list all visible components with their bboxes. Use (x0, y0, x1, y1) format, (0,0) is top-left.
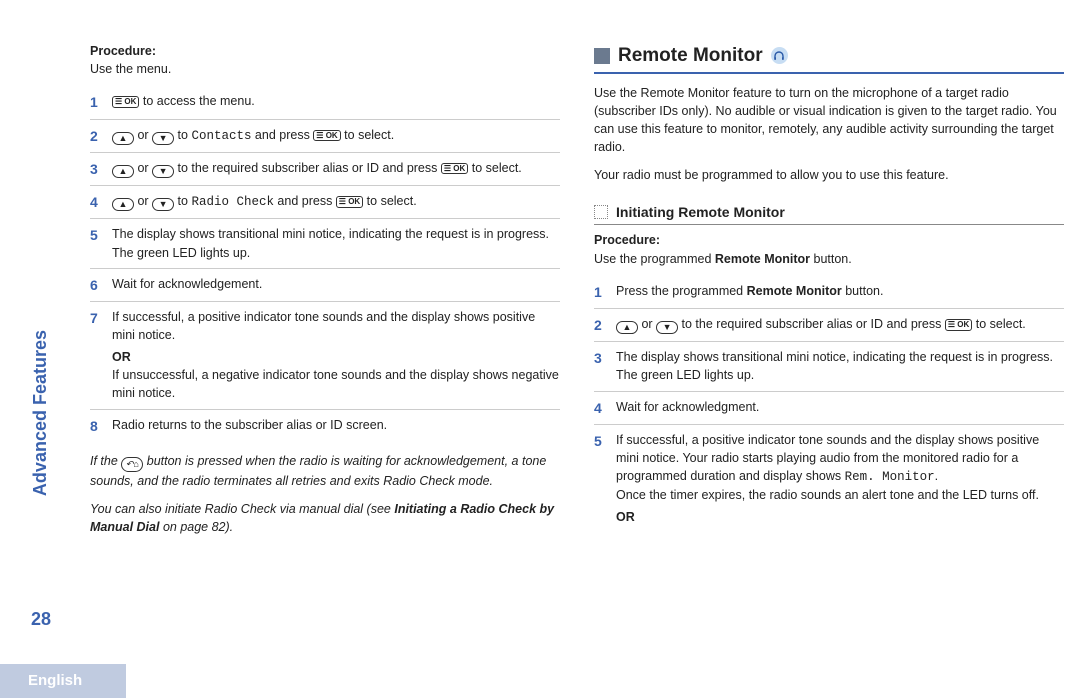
step-body: ☰ OK to access the menu. (112, 92, 560, 112)
step-item: 8 Radio returns to the subscriber alias o… (90, 410, 560, 442)
up-key-icon: ▲ (112, 132, 134, 145)
intro-paragraph-1: Use the Remote Monitor feature to turn o… (594, 84, 1064, 157)
page-number: 28 (31, 609, 51, 630)
step-number: 4 (594, 398, 606, 418)
procedure-subtext: Use the menu. (90, 60, 560, 78)
step-item: 5 The display shows transitional mini not… (90, 219, 560, 268)
step-item: 3 ▲ or ▼ to the required subscriber alias… (90, 153, 560, 186)
step-item: 7If successful, a positive indicator ton… (90, 302, 560, 410)
intro-paragraph-2: Your radio must be programmed to allow y… (594, 166, 1064, 184)
step-number: 3 (594, 348, 606, 384)
subheading-title: Initiating Remote Monitor (616, 202, 785, 222)
down-key-icon: ▼ (152, 132, 174, 145)
step-item: 4 ▲ or ▼ to Radio Check and press ☰ OK to… (90, 186, 560, 219)
subheading: Initiating Remote Monitor (594, 202, 1064, 225)
step-body: Wait for acknowledgment. (616, 398, 1064, 418)
up-key-icon: ▲ (616, 321, 638, 334)
step-number: 6 (90, 275, 102, 295)
step-number: 3 (90, 159, 102, 179)
step-item: 4 Wait for acknowledgment. (594, 392, 1064, 425)
ok-key-icon: ☰ OK (441, 163, 468, 175)
step-body: Press the programmed Remote Monitor butt… (616, 282, 1064, 302)
step-item: 2 ▲ or ▼ to the required subscriber alias… (594, 309, 1064, 342)
step-item: 3 The display shows transitional mini not… (594, 342, 1064, 391)
step-item: 1 Press the programmed Remote Monitor but… (594, 276, 1064, 309)
step-body: Radio returns to the subscriber alias or… (112, 416, 560, 436)
down-key-icon: ▼ (656, 321, 678, 334)
step-number: 5 (90, 225, 102, 261)
step-item: 5If successful, a positive indicator ton… (594, 425, 1064, 533)
note-home-button: If the ↶⌂ button is pressed when the rad… (90, 452, 560, 490)
ok-key-icon: ☰ OK (313, 130, 340, 142)
section-title: Remote Monitor (618, 42, 763, 70)
up-key-icon: ▲ (112, 165, 134, 178)
step-body: ▲ or ▼ to the required subscriber alias … (616, 315, 1064, 335)
ok-key-icon: ☰ OK (336, 196, 363, 208)
note-manual-dial: You can also initiate Radio Check via ma… (90, 500, 560, 536)
headphones-icon (771, 47, 788, 64)
down-key-icon: ▼ (152, 198, 174, 211)
step-item: 1 ☰ OK to access the menu. (90, 86, 560, 119)
step-item: 6 Wait for acknowledgement. (90, 269, 560, 302)
step-body: Wait for acknowledgement. (112, 275, 560, 295)
procedure-label: Procedure: (594, 231, 1064, 249)
up-key-icon: ▲ (112, 198, 134, 211)
section-tab: Advanced Features (30, 330, 51, 496)
down-key-icon: ▼ (152, 165, 174, 178)
ok-key-icon: ☰ OK (945, 319, 972, 331)
step-number: 5 (594, 431, 606, 527)
ok-key-icon: ☰ OK (112, 96, 139, 108)
step-item: 2 ▲ or ▼ to Contacts and press ☰ OK to se… (90, 120, 560, 153)
sidebar: Advanced Features 28 (28, 40, 60, 640)
procedure-label: Procedure: (90, 42, 560, 60)
step-body: ▲ or ▼ to the required subscriber alias … (112, 159, 560, 179)
step-number: 2 (594, 315, 606, 335)
step-body: The display shows transitional mini noti… (112, 225, 560, 261)
step-number: 1 (90, 92, 102, 112)
step-body: The display shows transitional mini noti… (616, 348, 1064, 384)
language-footer: English (0, 664, 126, 698)
step-number: 4 (90, 192, 102, 212)
heading-square-icon (594, 48, 610, 64)
section-heading: Remote Monitor (594, 42, 1064, 74)
right-steps-list: 1 Press the programmed Remote Monitor but… (594, 276, 1064, 533)
step-number: 1 (594, 282, 606, 302)
left-steps-list: 1 ☰ OK to access the menu. 2 ▲ or ▼ to Cont… (90, 86, 560, 442)
step-number: 7 (90, 308, 102, 403)
left-column: Procedure: Use the menu. 1 ☰ OK to access… (90, 40, 560, 640)
step-body: If successful, a positive indicator tone… (112, 308, 560, 403)
step-body: If successful, a positive indicator tone… (616, 431, 1064, 527)
home-key-icon: ↶⌂ (121, 457, 143, 472)
right-column: Remote Monitor Use the Remote Monitor fe… (594, 40, 1064, 640)
procedure-subtext: Use the programmed Remote Monitor button… (594, 250, 1064, 268)
step-number: 2 (90, 126, 102, 146)
step-body: ▲ or ▼ to Contacts and press ☰ OK to sel… (112, 126, 560, 146)
subheading-icon (594, 205, 608, 219)
step-body: ▲ or ▼ to Radio Check and press ☰ OK to … (112, 192, 560, 212)
step-number: 8 (90, 416, 102, 436)
